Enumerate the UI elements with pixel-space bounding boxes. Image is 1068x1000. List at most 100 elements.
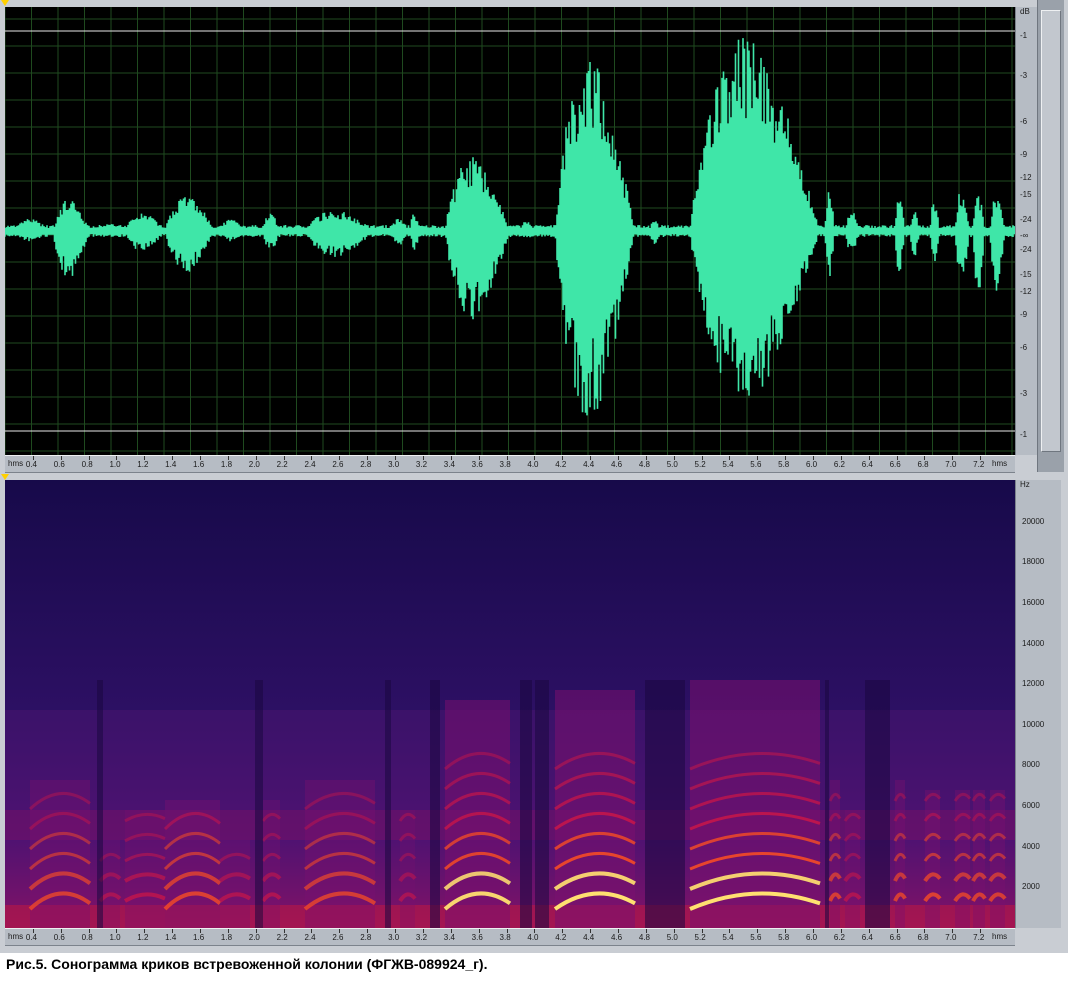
time-tick-label: 6.6 <box>889 460 901 469</box>
time-unit-label-left: hms <box>8 459 24 468</box>
db-tick-label: -1 <box>1020 31 1028 40</box>
db-tick-label: -6 <box>1020 117 1028 126</box>
time-tick-label: 2.6 <box>332 933 344 942</box>
spectrogram-frequency-scale: Hz 20000 18000 16000 14000 12000 10000 8000 600… <box>1015 480 1062 928</box>
waveform-panel[interactable] <box>5 7 1015 455</box>
time-tick-label: 6.4 <box>861 933 873 942</box>
db-tick-label: -9 <box>1020 310 1028 319</box>
frequency-tick-label: 20000 <box>1022 516 1045 526</box>
call-spectrum <box>123 810 166 928</box>
time-tick-label: 1.8 <box>220 933 233 942</box>
time-tick-label: 4.2 <box>555 460 567 469</box>
spectrogram-time-ruler[interactable]: hms hms 0.4 0.6 0.8 1.0 1.2 1.4 1.6 1.8 2.0 2.2 2.… <box>5 928 1015 946</box>
call-energy <box>690 680 820 928</box>
call-spectrum <box>163 800 222 928</box>
playhead-marker-top[interactable] <box>1 0 9 6</box>
time-tick-label: 5.2 <box>694 933 706 942</box>
call-spectrum <box>261 800 282 928</box>
time-tick-label: 5.2 <box>694 460 706 469</box>
time-tick-label: 1.0 <box>109 460 121 469</box>
frequency-tick-label: 8000 <box>1022 760 1040 770</box>
scrollbar-thumb[interactable] <box>1041 10 1061 452</box>
window-edge <box>1061 472 1068 953</box>
frequency-tick-label: 12000 <box>1022 679 1045 689</box>
time-tick-label: 5.0 <box>666 933 678 942</box>
time-tick-label: 2.4 <box>304 460 316 469</box>
time-tick-label: 0.6 <box>53 460 65 469</box>
time-tick-label: 1.6 <box>193 460 205 469</box>
db-tick-label: -∞ <box>1020 231 1029 240</box>
time-tick-label: 7.2 <box>973 460 985 469</box>
time-tick-label: 4.6 <box>610 933 623 942</box>
waveform-db-scale: dB -1 -3 -6 -9 -12 -15 -24 -∞ -24 -15 -12 -9 -6 -3 -1 <box>1015 7 1038 455</box>
time-tick-label: 4.0 <box>527 460 539 469</box>
time-tick-label: 1.4 <box>165 460 177 469</box>
silence-gap <box>430 680 440 928</box>
frequency-tick-label: 16000 <box>1022 597 1045 607</box>
time-tick-label: 1.0 <box>109 933 121 942</box>
time-tick-label: 2.2 <box>276 933 288 942</box>
call-spectrum <box>553 690 636 928</box>
db-tick-label: -9 <box>1020 150 1028 159</box>
waveform-plot[interactable] <box>5 7 1015 455</box>
time-tick-label: 3.2 <box>415 460 428 469</box>
time-tick-label: 4.4 <box>583 933 595 942</box>
spectrogram-plot[interactable] <box>5 480 1015 928</box>
spectrogram-panel[interactable] <box>5 480 1015 928</box>
frequency-tick-label: 4000 <box>1022 841 1040 851</box>
db-tick-label: -12 <box>1020 287 1032 296</box>
silence-gap <box>645 680 685 928</box>
time-tick-label: 6.4 <box>861 460 873 469</box>
time-tick-label: 3.8 <box>499 460 511 469</box>
time-tick-label: 3.2 <box>415 933 428 942</box>
time-tick-label: 2.8 <box>360 460 372 469</box>
call-energy <box>400 810 415 928</box>
frequency-tick-label: 2000 <box>1022 882 1040 892</box>
time-tick-label: 3.6 <box>471 933 483 942</box>
call-spectrum <box>689 680 821 928</box>
time-tick-label: 5.8 <box>778 933 790 942</box>
call-spectrum <box>398 810 417 928</box>
time-tick-label: 3.0 <box>388 933 400 942</box>
time-tick-label: 2.8 <box>360 933 372 942</box>
time-tick-label: 6.8 <box>917 933 929 942</box>
figure-caption: Рис.5. Сонограмма криков встревоженной к… <box>6 956 488 972</box>
editor-window: dB -1 -3 -6 -9 -12 -15 -24 -∞ -24 -15 -12 -9 -6 -3 -1 … <box>0 0 1068 953</box>
time-tick-label: 7.0 <box>945 933 957 942</box>
time-tick-label: 2.0 <box>248 460 260 469</box>
db-tick-label: -3 <box>1020 71 1028 80</box>
call-spectrum <box>893 780 907 928</box>
time-tick-label: 5.0 <box>666 460 678 469</box>
frequency-tick-label: 18000 <box>1022 557 1045 567</box>
silence-gap <box>825 680 829 928</box>
time-tick-label: 5.4 <box>722 933 734 942</box>
call-spectrum <box>843 810 862 928</box>
call-spectrum <box>443 700 512 928</box>
silence-gap <box>97 680 103 928</box>
vertical-scrollbar[interactable] <box>1037 0 1064 472</box>
call-spectrum <box>218 840 252 928</box>
time-tick-label: 4.6 <box>610 460 623 469</box>
call-spectrum <box>828 780 842 928</box>
time-tick-label: 5.8 <box>778 460 790 469</box>
call-spectrum <box>923 790 942 928</box>
time-tick-label: 6.2 <box>833 460 845 469</box>
time-tick-label: 2.4 <box>304 933 316 942</box>
time-tick-label: 4.2 <box>555 933 567 942</box>
time-tick-label: 6.8 <box>917 460 929 469</box>
time-tick-label: 6.0 <box>806 933 818 942</box>
waveform-time-ruler[interactable]: hms hms 0.4 0.6 0.8 1.0 1.2 1.4 1.6 1.8 2.0 2.2 2.… <box>5 455 1015 473</box>
frequency-tick-label: 14000 <box>1022 638 1045 648</box>
frequency-tick-label: 6000 <box>1022 801 1040 811</box>
db-tick-label: -6 <box>1020 343 1028 352</box>
db-tick-label: -24 <box>1020 245 1032 254</box>
time-tick-label: 4.4 <box>583 460 595 469</box>
db-tick-label: -24 <box>1020 215 1032 224</box>
hz-unit-label: Hz <box>1020 480 1030 489</box>
time-tick-label: 6.2 <box>833 933 845 942</box>
call-energy <box>125 810 165 928</box>
time-tick-label: 1.8 <box>220 460 233 469</box>
time-tick-label: 5.6 <box>750 933 762 942</box>
time-tick-label: 7.0 <box>945 460 957 469</box>
db-tick-label: -1 <box>1020 430 1028 439</box>
